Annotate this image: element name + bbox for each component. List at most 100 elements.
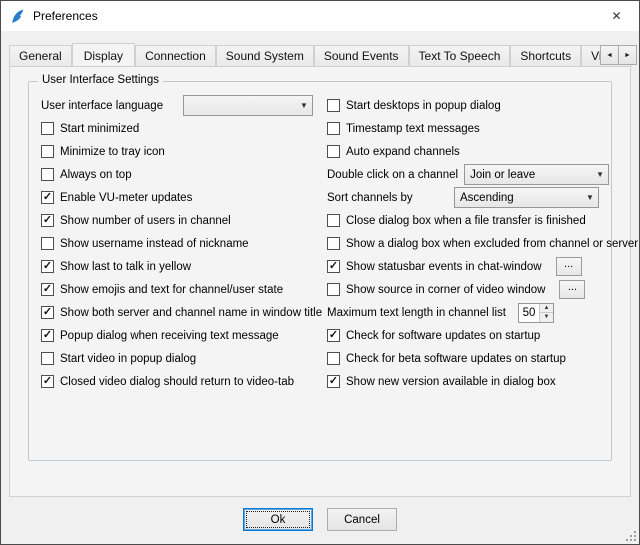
ellipsis-button-show-source-in-corner-of-video-window[interactable]: ... [559,280,585,299]
dropdown-double-click-on-a-channel[interactable]: Join or leave▼ [464,164,609,185]
checkbox-always-on-top[interactable] [41,168,54,181]
checkbox-label-timestamp-text-messages[interactable]: Timestamp text messages [346,123,480,135]
dialog-buttons: Ok Cancel [1,503,639,544]
checkbox-show-username-instead-of-nickname[interactable] [41,237,54,250]
checkbox-start-minimized[interactable] [41,122,54,135]
dropdown-value-sort-channels-by: Ascending [455,192,582,204]
row-start-video-in-popup-dialog: Start video in popup dialog [41,347,313,370]
tab-general[interactable]: General [9,45,72,66]
checkbox-label-show-emojis-and-text-for-channel-user-state[interactable]: Show emojis and text for channel/user st… [60,284,283,296]
checkbox-label-show-source-in-corner-of-video-window[interactable]: Show source in corner of video window [346,284,545,296]
row-show-a-dialog-box-when-excluded-from-channel-or-server: Show a dialog box when excluded from cha… [327,232,599,255]
checkbox-label-start-video-in-popup-dialog[interactable]: Start video in popup dialog [60,353,196,365]
dropdown-sort-channels-by[interactable]: Ascending▼ [454,187,599,208]
tab-scroll: ◄ ► [600,45,637,65]
row-timestamp-text-messages: Timestamp text messages [327,117,599,140]
checkbox-label-always-on-top[interactable]: Always on top [60,169,132,181]
checkbox-show-source-in-corner-of-video-window[interactable] [327,283,340,296]
checkbox-label-start-desktops-in-popup-dialog[interactable]: Start desktops in popup dialog [346,100,501,112]
close-button[interactable]: ✕ [594,1,639,31]
checkbox-minimize-to-tray-icon[interactable] [41,145,54,158]
checkbox-show-new-version-available-in-dialog-box[interactable]: ✓ [327,375,340,388]
arrow-left-icon: ◄ [606,52,613,59]
tab-strip: GeneralDisplayConnectionSound SystemSoun… [1,43,639,66]
user-interface-settings-group: User Interface Settings User interface l… [28,81,612,461]
tab-connection[interactable]: Connection [135,45,216,66]
cancel-button[interactable]: Cancel [327,508,397,531]
checkbox-label-enable-vu-meter-updates[interactable]: Enable VU-meter updates [60,192,192,204]
checkbox-start-desktops-in-popup-dialog[interactable] [327,99,340,112]
dropdown-user-interface-language[interactable]: ▼ [183,95,313,116]
tab-sound-events[interactable]: Sound Events [314,45,409,66]
row-start-minimized: Start minimized [41,117,313,140]
preferences-dialog: Preferences ✕ GeneralDisplayConnectionSo… [0,0,640,545]
checkbox-label-show-number-of-users-in-channel[interactable]: Show number of users in channel [60,215,231,227]
checkbox-label-minimize-to-tray-icon[interactable]: Minimize to tray icon [60,146,165,158]
row-show-emojis-and-text-for-channel-user-state: ✓ Show emojis and text for channel/user s… [41,278,313,301]
tab-sound-system[interactable]: Sound System [216,45,314,66]
checkbox-closed-video-dialog-should-return-to-video-tab[interactable]: ✓ [41,375,54,388]
row-double-click-on-a-channel: Double click on a channelJoin or leave▼ [327,163,599,186]
row-check-for-software-updates-on-startup: ✓ Check for software updates on startup [327,324,599,347]
row-enable-vu-meter-updates: ✓ Enable VU-meter updates [41,186,313,209]
title-bar: Preferences ✕ [1,1,639,31]
checkbox-label-show-last-to-talk-in-yellow[interactable]: Show last to talk in yellow [60,261,191,273]
checkbox-show-emojis-and-text-for-channel-user-state[interactable]: ✓ [41,283,54,296]
arrow-right-icon: ► [624,52,631,59]
checkbox-show-statusbar-events-in-chat-window[interactable]: ✓ [327,260,340,273]
ok-button[interactable]: Ok [243,508,313,531]
group-title: User Interface Settings [38,74,163,86]
spin-up-icon[interactable]: ▲ [540,304,553,314]
checkbox-label-show-username-instead-of-nickname[interactable]: Show username instead of nickname [60,238,249,250]
checkbox-label-show-statusbar-events-in-chat-window[interactable]: Show statusbar events in chat-window [346,261,542,273]
checkbox-enable-vu-meter-updates[interactable]: ✓ [41,191,54,204]
checkbox-label-show-a-dialog-box-when-excluded-from-channel-or-server[interactable]: Show a dialog box when excluded from cha… [346,238,638,250]
spinner-label-maximum-text-length-in-channel-list: Maximum text length in channel list [327,307,506,319]
checkbox-label-close-dialog-box-when-a-file-transfer-is-finished[interactable]: Close dialog box when a file transfer is… [346,215,586,227]
row-always-on-top: Always on top [41,163,313,186]
left-column: User interface language▼ Start minimized M… [41,94,313,393]
ellipsis-button-show-statusbar-events-in-chat-window[interactable]: ... [556,257,582,276]
row-popup-dialog-when-receiving-text-message: ✓ Popup dialog when receiving text messag… [41,324,313,347]
spinner-maximum-text-length-in-channel-list[interactable]: 50▲▼ [518,303,554,323]
row-sort-channels-by: Sort channels byAscending▼ [327,186,599,209]
checkbox-show-a-dialog-box-when-excluded-from-channel-or-server[interactable] [327,237,340,250]
checkbox-popup-dialog-when-receiving-text-message[interactable]: ✓ [41,329,54,342]
resize-grip-icon[interactable] [624,529,637,542]
checkbox-timestamp-text-messages[interactable] [327,122,340,135]
checkbox-close-dialog-box-when-a-file-transfer-is-finished[interactable] [327,214,340,227]
checkbox-start-video-in-popup-dialog[interactable] [41,352,54,365]
app-icon [9,8,26,25]
row-user-interface-language: User interface language▼ [41,94,313,117]
checkbox-label-popup-dialog-when-receiving-text-message[interactable]: Popup dialog when receiving text message [60,330,279,342]
close-icon: ✕ [611,9,621,23]
checkbox-show-both-server-and-channel-name-in-window-title[interactable]: ✓ [41,306,54,319]
checkbox-label-auto-expand-channels[interactable]: Auto expand channels [346,146,460,158]
checkbox-label-show-new-version-available-in-dialog-box[interactable]: Show new version available in dialog box [346,376,556,388]
row-show-username-instead-of-nickname: Show username instead of nickname [41,232,313,255]
tab-text-to-speech[interactable]: Text To Speech [409,45,511,66]
checkbox-check-for-beta-software-updates-on-startup[interactable] [327,352,340,365]
row-closed-video-dialog-should-return-to-video-tab: ✓ Closed video dialog should return to vi… [41,370,313,393]
checkbox-label-check-for-beta-software-updates-on-startup[interactable]: Check for beta software updates on start… [346,353,566,365]
checkbox-show-last-to-talk-in-yellow[interactable]: ✓ [41,260,54,273]
tab-scroll-right-button[interactable]: ► [619,45,637,65]
checkbox-label-start-minimized[interactable]: Start minimized [60,123,139,135]
row-maximum-text-length-in-channel-list: Maximum text length in channel list 50▲▼ [327,301,599,324]
dropdown-value-double-click-on-a-channel: Join or leave [465,169,592,181]
checkbox-label-show-both-server-and-channel-name-in-window-title[interactable]: Show both server and channel name in win… [60,307,322,319]
checkbox-auto-expand-channels[interactable] [327,145,340,158]
tab-shortcuts[interactable]: Shortcuts [510,45,581,66]
checkbox-label-closed-video-dialog-should-return-to-video-tab[interactable]: Closed video dialog should return to vid… [60,376,294,388]
checkbox-check-for-software-updates-on-startup[interactable]: ✓ [327,329,340,342]
window-title: Preferences [33,9,98,23]
tab-display[interactable]: Display [72,43,135,66]
row-auto-expand-channels: Auto expand channels [327,140,599,163]
tab-scroll-left-button[interactable]: ◄ [600,45,619,65]
spinner-arrows: ▲▼ [539,304,553,322]
row-check-for-beta-software-updates-on-startup: Check for beta software updates on start… [327,347,599,370]
checkbox-show-number-of-users-in-channel[interactable]: ✓ [41,214,54,227]
spinner-value-maximum-text-length-in-channel-list: 50 [519,304,539,322]
spin-down-icon[interactable]: ▼ [540,313,553,322]
checkbox-label-check-for-software-updates-on-startup[interactable]: Check for software updates on startup [346,330,540,342]
